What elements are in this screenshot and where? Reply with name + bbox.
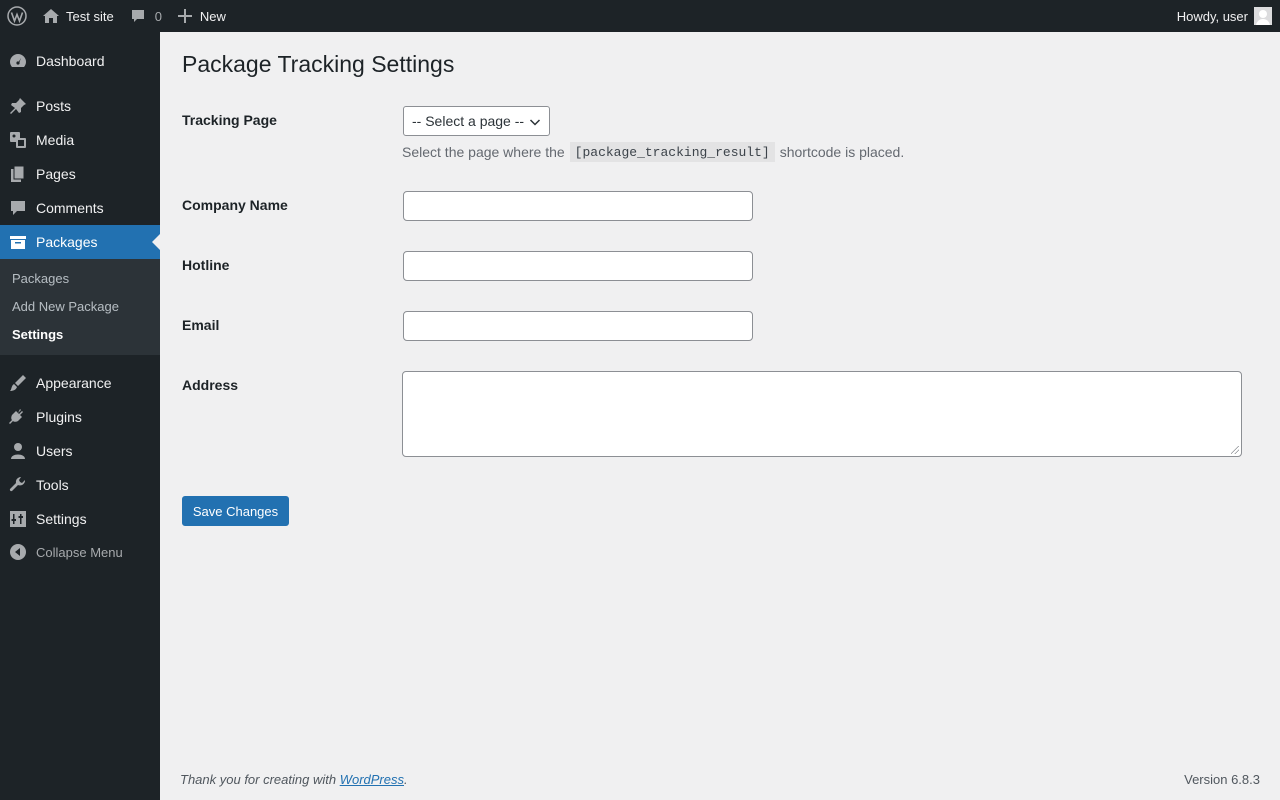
company-name-label: Company Name — [182, 197, 288, 213]
comments-link[interactable]: 0 — [122, 0, 170, 32]
footer-thanks-prefix: Thank you for creating with — [180, 772, 337, 787]
package-icon — [0, 233, 36, 251]
greeting-label: Howdy, user — [1176, 8, 1248, 24]
wordpress-link[interactable]: WordPress — [340, 772, 404, 787]
comment-icon — [0, 199, 36, 217]
sidebar-item-posts[interactable]: Posts — [0, 89, 160, 123]
sidebar-item-appearance[interactable]: Appearance — [0, 366, 160, 400]
media-icon — [0, 131, 36, 149]
sidebar-item-users[interactable]: Users — [0, 434, 160, 468]
description-text-before: Select the page where the — [402, 144, 565, 160]
shortcode-text: [package_tracking_result] — [569, 142, 775, 162]
pages-icon — [0, 165, 36, 183]
sidebar-item-comments[interactable]: Comments — [0, 191, 160, 225]
email-input[interactable] — [403, 311, 753, 341]
company-name-input[interactable] — [403, 191, 753, 221]
wrench-icon — [0, 476, 36, 494]
sidebar-item-label: Comments — [36, 200, 104, 216]
email-label: Email — [182, 317, 220, 333]
new-content-link[interactable]: New — [170, 0, 234, 32]
sidebar-item-media[interactable]: Media — [0, 123, 160, 157]
hotline-label: Hotline — [182, 257, 230, 273]
chevron-down-icon — [529, 119, 541, 126]
submenu-item-settings[interactable]: Settings — [12, 327, 63, 342]
avatar — [1254, 7, 1272, 25]
sidebar-item-settings[interactable]: Settings — [0, 502, 160, 536]
tracking-page-selected-value: -- Select a page -- — [412, 113, 525, 129]
submenu-item-packages[interactable]: Packages — [12, 271, 69, 286]
comment-bubble-icon — [131, 10, 144, 22]
sidebar-item-dashboard[interactable]: Dashboard — [0, 44, 160, 78]
sidebar-item-label: Dashboard — [36, 53, 105, 69]
my-account-link[interactable]: Howdy, user — [1177, 0, 1272, 32]
admin-bar: Test site 0 New Howdy, user — [0, 0, 1280, 32]
wordpress-logo-button[interactable] — [0, 0, 34, 32]
description-text-after: shortcode is placed. — [779, 144, 905, 160]
admin-sidebar: Dashboard Posts Media Pages Comments Pac… — [0, 32, 160, 800]
sidebar-item-plugins[interactable]: Plugins — [0, 400, 160, 434]
sidebar-item-label: Settings — [36, 511, 87, 527]
resize-grip-icon[interactable] — [1231, 446, 1239, 454]
tracking-page-select[interactable]: -- Select a page -- — [403, 106, 550, 136]
paintbrush-icon — [0, 374, 36, 392]
wordpress-logo-icon — [7, 6, 27, 26]
packages-submenu: Packages Add New Package Settings — [0, 259, 160, 355]
site-name-link[interactable]: Test site — [34, 0, 122, 32]
sidebar-item-packages[interactable]: Packages — [0, 225, 160, 259]
collapse-menu-button[interactable]: Collapse Menu — [0, 535, 160, 569]
home-icon — [43, 9, 59, 23]
footer-thanks-suffix: . — [404, 772, 408, 787]
collapse-arrow-icon — [0, 543, 36, 561]
tracking-page-label: Tracking Page — [182, 112, 277, 128]
hotline-input[interactable] — [403, 251, 753, 281]
sidebar-item-label: Tools — [36, 477, 69, 493]
user-icon — [0, 442, 36, 460]
plus-icon — [177, 9, 192, 23]
site-name-label: Test site — [66, 8, 114, 24]
main-content: Package Tracking Settings Tracking Page … — [160, 32, 1280, 800]
pin-icon — [0, 97, 36, 115]
submenu-item-add-new-package[interactable]: Add New Package — [12, 299, 119, 314]
dashboard-icon — [0, 52, 36, 70]
sidebar-item-label: Pages — [36, 166, 76, 182]
settings-icon — [0, 510, 36, 528]
sidebar-item-label: Users — [36, 443, 73, 459]
sidebar-item-label: Media — [36, 132, 75, 148]
sidebar-item-pages[interactable]: Pages — [0, 157, 160, 191]
address-label: Address — [182, 377, 239, 393]
footer-version: Version 6.8.3 — [1184, 772, 1260, 787]
new-label: New — [199, 8, 226, 24]
sidebar-item-label: Appearance — [36, 375, 112, 391]
plug-icon — [0, 408, 36, 426]
collapse-menu-label: Collapse Menu — [36, 544, 123, 560]
address-textarea[interactable] — [402, 371, 1242, 457]
page-title: Package Tracking Settings — [182, 51, 455, 77]
sidebar-item-label: Packages — [36, 234, 98, 250]
footer-thanks: Thank you for creating with WordPress. — [180, 772, 408, 787]
sidebar-item-label: Posts — [36, 98, 72, 114]
tracking-page-description: Select the page where the [package_track… — [402, 142, 904, 162]
sidebar-item-label: Plugins — [36, 409, 82, 425]
save-changes-button[interactable]: Save Changes — [182, 496, 289, 526]
sidebar-item-tools[interactable]: Tools — [0, 468, 160, 502]
comments-count: 0 — [154, 8, 162, 24]
